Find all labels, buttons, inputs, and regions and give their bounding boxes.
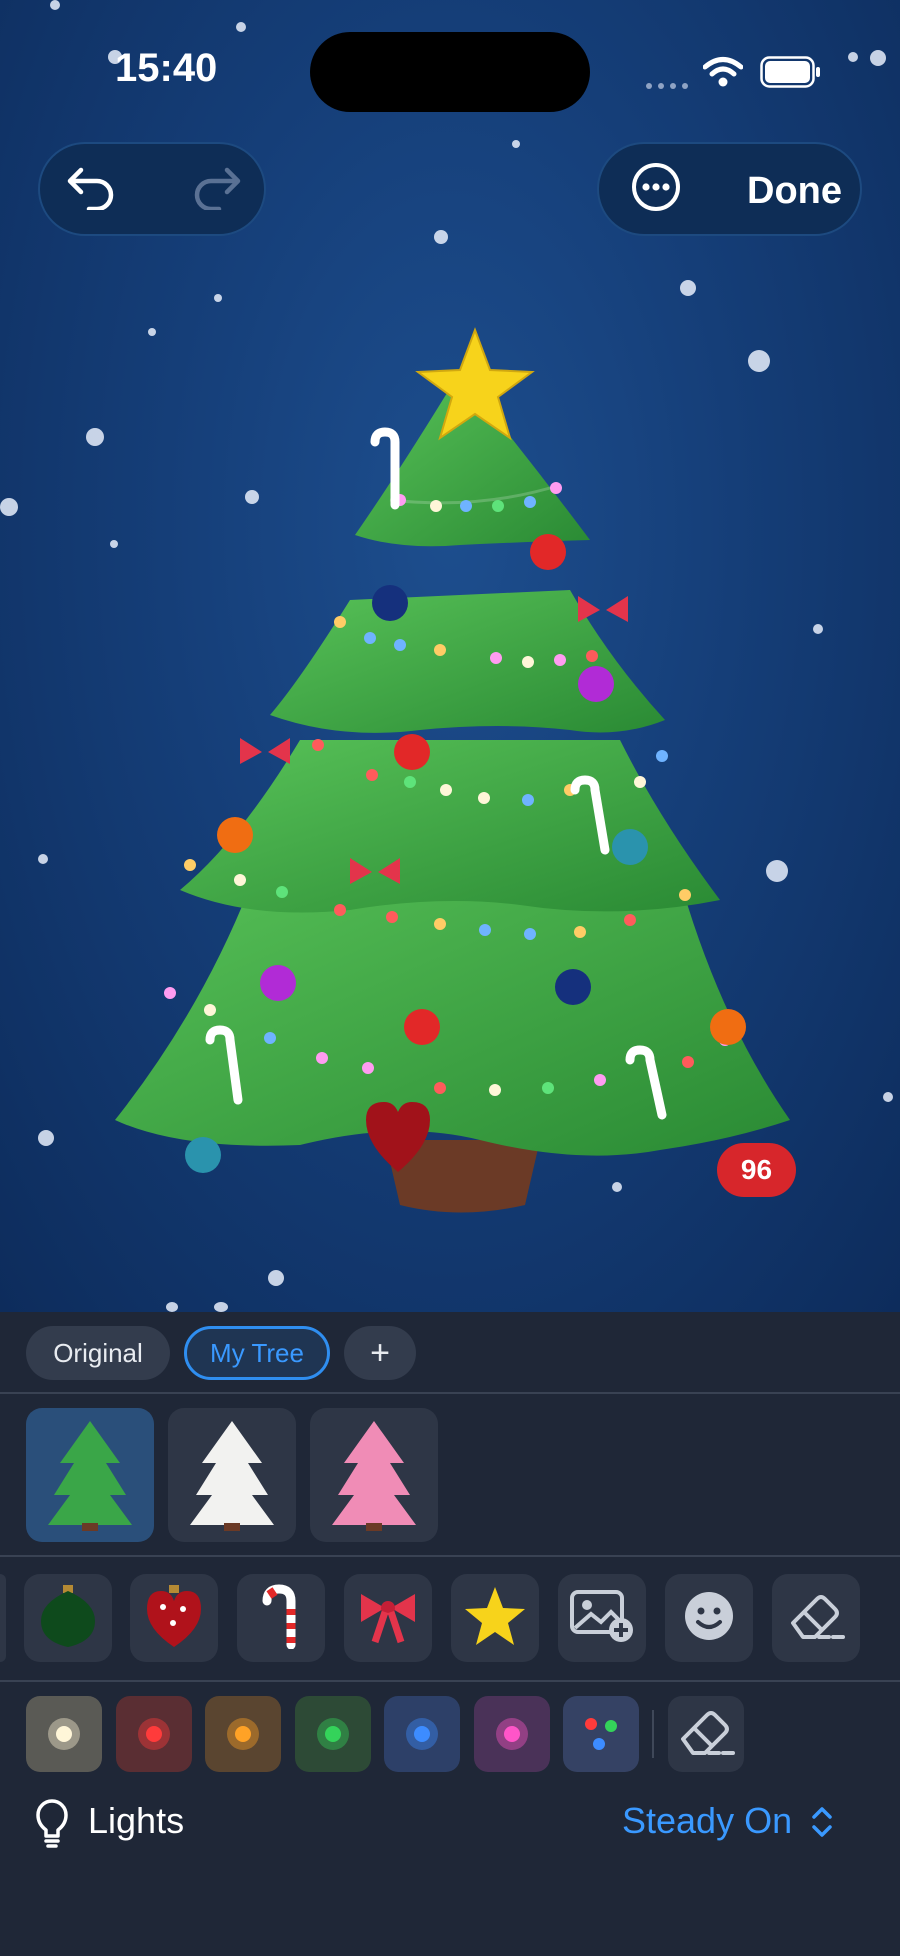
light-eraser-button[interactable] [668,1696,744,1772]
light-color-green[interactable] [295,1696,371,1772]
divider [0,1555,900,1557]
ornament-green-bauble[interactable] [24,1574,112,1662]
lights-label: Lights [88,1800,185,1841]
redo-button[interactable] [186,158,248,220]
redo-icon [191,164,243,215]
candy-cane-icon [259,1583,303,1654]
done-button[interactable]: Done [747,170,842,213]
add-photo-ornament-button[interactable] [558,1574,646,1662]
add-tab-button[interactable]: + [344,1326,416,1380]
tree-layer-3 [180,740,720,913]
battery-icon [760,56,822,93]
undo-redo-group [38,142,266,236]
light-color-red[interactable] [116,1696,192,1772]
ornament-bow[interactable] [344,1574,432,1662]
snowflake [883,1092,893,1102]
more-button[interactable] [625,158,687,220]
wifi-icon [702,56,744,93]
snowflake [813,624,823,634]
tab-original[interactable]: Original [26,1326,170,1380]
eraser-icon [787,1591,845,1646]
undo-icon [65,164,117,215]
snowflake [512,140,520,148]
snowflake [38,854,48,864]
lightbulb-icon [34,1798,70,1853]
green-bauble-icon [37,1583,99,1654]
ornament-red-heart[interactable] [130,1574,218,1662]
actions-group: Done [597,142,862,236]
ornament-star[interactable] [451,1574,539,1662]
snowflake [214,1302,228,1312]
undo-button[interactable] [60,158,122,220]
star-icon [463,1585,527,1652]
more-icon [630,161,682,218]
dynamic-island [310,32,590,112]
tab-my-tree[interactable]: My Tree [184,1326,330,1380]
christmas-tree[interactable] [100,320,800,1220]
tree-style-white[interactable] [168,1408,296,1542]
light-picker-separator [652,1710,654,1758]
tree-tabs: Original My Tree + [0,1312,900,1392]
add-photo-icon [569,1588,635,1649]
ornament-count-badge: 96 [717,1143,796,1197]
lights-mode-picker[interactable]: Steady On [622,1800,792,1842]
snowflake [434,230,448,244]
tree-style-green[interactable] [26,1408,154,1542]
bow-icon [355,1586,421,1651]
snowflake [38,1130,54,1146]
emoji-icon [683,1590,735,1647]
light-color-blue[interactable] [384,1696,460,1772]
signal-icon [645,78,689,96]
light-color-multicolor[interactable] [563,1696,639,1772]
tree-layer-2 [270,590,665,733]
ornament-candy-cane[interactable] [237,1574,325,1662]
snowflake [166,1302,178,1312]
divider [0,1680,900,1682]
light-color-pink[interactable] [474,1696,550,1772]
eraser-ornament-button[interactable] [772,1574,860,1662]
snowflake [268,1270,284,1286]
status-bar: 15:40 [0,0,900,140]
tree-style-pink[interactable] [310,1408,438,1542]
red-heart-bauble-icon [143,1583,205,1654]
light-color-orange[interactable] [205,1696,281,1772]
snowflake [0,498,18,516]
divider [0,1392,900,1394]
chevron-up-down-icon[interactable] [810,1804,834,1845]
tree-canvas[interactable]: 15:40 Done 96 [0,0,900,1312]
snowflake [214,294,222,302]
ornament-green-bauble[interactable] [0,1574,6,1662]
status-time: 15:40 [115,46,218,90]
emoji-ornament-button[interactable] [665,1574,753,1662]
eraser-icon [677,1707,735,1762]
light-color-warm-white[interactable] [26,1696,102,1772]
snowflake [680,280,696,296]
